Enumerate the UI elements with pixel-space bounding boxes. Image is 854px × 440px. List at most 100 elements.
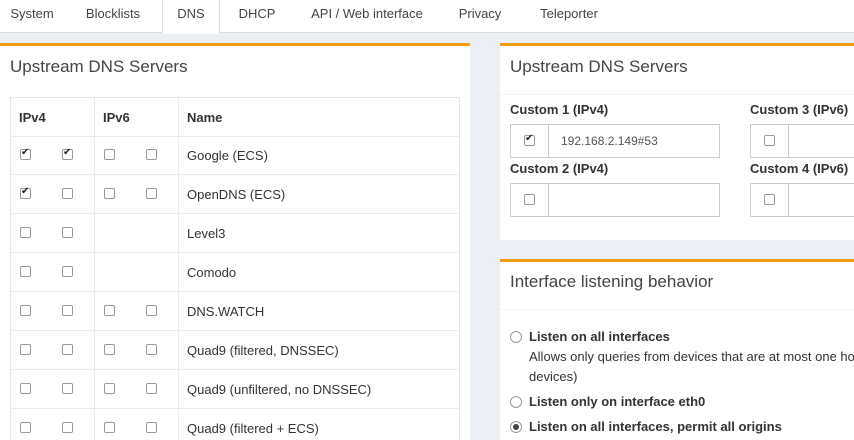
header-label: Name [187, 110, 223, 125]
name-cell: Quad9 (filtered + ECS) [179, 409, 459, 440]
tab-blocklists[interactable]: Blocklists [70, 0, 156, 33]
custom2-addon [511, 184, 549, 216]
interface-listening-box: Interface listening behavior Listen on a… [500, 259, 854, 440]
server-name: Google (ECS) [187, 148, 268, 163]
ipv6-secondary-checkbox[interactable] [146, 305, 157, 316]
table-row: DNS.WATCH [11, 292, 459, 331]
custom3-checkbox[interactable] [764, 135, 775, 146]
ipv4-primary-checkbox[interactable] [20, 344, 31, 355]
box-title: Upstream DNS Servers [510, 57, 688, 76]
tab-label: Teleporter [540, 6, 598, 21]
tab-system[interactable]: System [0, 0, 64, 33]
custom2-field [510, 183, 720, 217]
ipv6-secondary-checkbox[interactable] [146, 149, 157, 160]
ipv4-secondary-checkbox[interactable] [62, 383, 73, 394]
custom2-label: Custom 2 (IPv4) [510, 161, 609, 176]
server-name: Quad9 (unfiltered, no DNSSEC) [187, 382, 372, 397]
tab-label: Privacy [458, 6, 502, 21]
table-row: Quad9 (unfiltered, no DNSSEC) [11, 370, 459, 409]
ipv4-primary-checkbox[interactable] [20, 305, 31, 316]
custom1-checkbox[interactable] [524, 133, 535, 146]
ipv4-primary-checkbox[interactable] [20, 422, 31, 433]
divider [500, 309, 854, 310]
listen-all-label[interactable]: Listen on all interfaces [529, 329, 670, 344]
custom1-label: Custom 1 (IPv4) [510, 102, 609, 117]
ipv6-secondary-checkbox[interactable] [146, 344, 157, 355]
custom3-label: Custom 3 (IPv6) [750, 102, 849, 117]
ipv4-primary-checkbox[interactable] [20, 227, 31, 238]
ipv6-secondary-checkbox[interactable] [146, 383, 157, 394]
header-label: IPv4 [19, 110, 46, 125]
ipv6-primary-checkbox[interactable] [104, 188, 115, 199]
custom2-checkbox[interactable] [524, 194, 535, 205]
ipv4-primary-checkbox[interactable] [20, 147, 31, 160]
ipv6-primary-checkbox[interactable] [104, 305, 115, 316]
tab-dns[interactable]: DNS [162, 0, 220, 34]
ipv6-primary-checkbox[interactable] [104, 344, 115, 355]
listen-all-desc: Allows only queries from devices that ar… [529, 349, 854, 364]
ipv6-secondary-checkbox[interactable] [146, 422, 157, 433]
ipv4-secondary-checkbox[interactable] [62, 188, 73, 199]
ipv4-cell [11, 136, 95, 175]
name-cell: Level3 [179, 214, 459, 253]
ipv6-secondary-checkbox[interactable] [146, 188, 157, 199]
tab-label: Blocklists [85, 6, 141, 21]
ipv4-cell [11, 292, 95, 331]
custom4-checkbox[interactable] [764, 194, 775, 205]
tab-privacy[interactable]: Privacy [446, 0, 514, 33]
ipv4-secondary-checkbox[interactable] [62, 227, 73, 238]
ipv4-secondary-checkbox[interactable] [62, 147, 73, 160]
tab-label: System [10, 6, 54, 21]
ipv4-secondary-checkbox[interactable] [62, 422, 73, 433]
server-name: OpenDNS (ECS) [187, 187, 286, 202]
table-header-row: IPv4 IPv6 Name [11, 98, 459, 137]
radio-listen-all[interactable] [510, 331, 522, 343]
radio-listen-all-permit[interactable] [510, 421, 522, 433]
box-title: Interface listening behavior [510, 272, 714, 291]
ipv6-cell [95, 370, 179, 409]
ipv4-cell [11, 175, 95, 214]
custom1-input[interactable]: 192.168.2.149#53 [561, 134, 658, 148]
ipv4-secondary-checkbox[interactable] [62, 305, 73, 316]
server-name: Level3 [187, 226, 226, 241]
ipv6-cell [95, 409, 179, 440]
listen-all-permit-label[interactable]: Listen on all interfaces, permit all ori… [529, 419, 782, 434]
custom1-field: 192.168.2.149#53 [510, 124, 720, 158]
settings-tabs: System Blocklists DNS DHCP API / Web int… [0, 0, 854, 34]
ipv6-cell [95, 331, 179, 370]
upstream-dns-box: Upstream DNS Servers IPv4 IPv6 Name Goog… [0, 43, 470, 440]
ipv4-primary-checkbox[interactable] [20, 186, 31, 199]
tab-label: DHCP [238, 6, 276, 21]
ipv4-cell [11, 214, 95, 253]
ipv6-primary-checkbox[interactable] [104, 149, 115, 160]
tab-teleporter[interactable]: Teleporter [528, 0, 610, 33]
ipv4-cell [11, 409, 95, 440]
ipv4-primary-checkbox[interactable] [20, 266, 31, 277]
custom3-field [750, 124, 854, 158]
listen-eth0-label[interactable]: Listen only on interface eth0 [529, 394, 705, 409]
custom1-addon [511, 125, 549, 157]
ipv6-cell [95, 175, 179, 214]
table-row: Quad9 (filtered, DNSSEC) [11, 331, 459, 370]
table-row: Comodo [11, 253, 459, 292]
table-row: Google (ECS) [11, 136, 459, 175]
tab-label: API / Web interface [311, 6, 423, 21]
ipv4-secondary-checkbox[interactable] [62, 266, 73, 277]
ipv6-cell [95, 253, 179, 292]
ipv6-cell [95, 292, 179, 331]
ipv6-primary-checkbox[interactable] [104, 422, 115, 433]
box-title: Upstream DNS Servers [10, 57, 188, 76]
ipv4-primary-checkbox[interactable] [20, 383, 31, 394]
ipv4-secondary-checkbox[interactable] [62, 344, 73, 355]
tab-dhcp[interactable]: DHCP [226, 0, 288, 33]
radio-listen-eth0[interactable] [510, 396, 522, 408]
header-ipv4: IPv4 [11, 98, 95, 137]
divider [500, 94, 854, 95]
table-row: Level3 [11, 214, 459, 253]
ipv6-cell [95, 214, 179, 253]
custom-dns-box: Upstream DNS Servers Custom 1 (IPv4) 192… [500, 43, 854, 240]
ipv6-primary-checkbox[interactable] [104, 383, 115, 394]
tab-api-web-interface[interactable]: API / Web interface [300, 0, 434, 33]
custom4-addon [751, 184, 789, 216]
name-cell: Quad9 (filtered, DNSSEC) [179, 331, 459, 370]
